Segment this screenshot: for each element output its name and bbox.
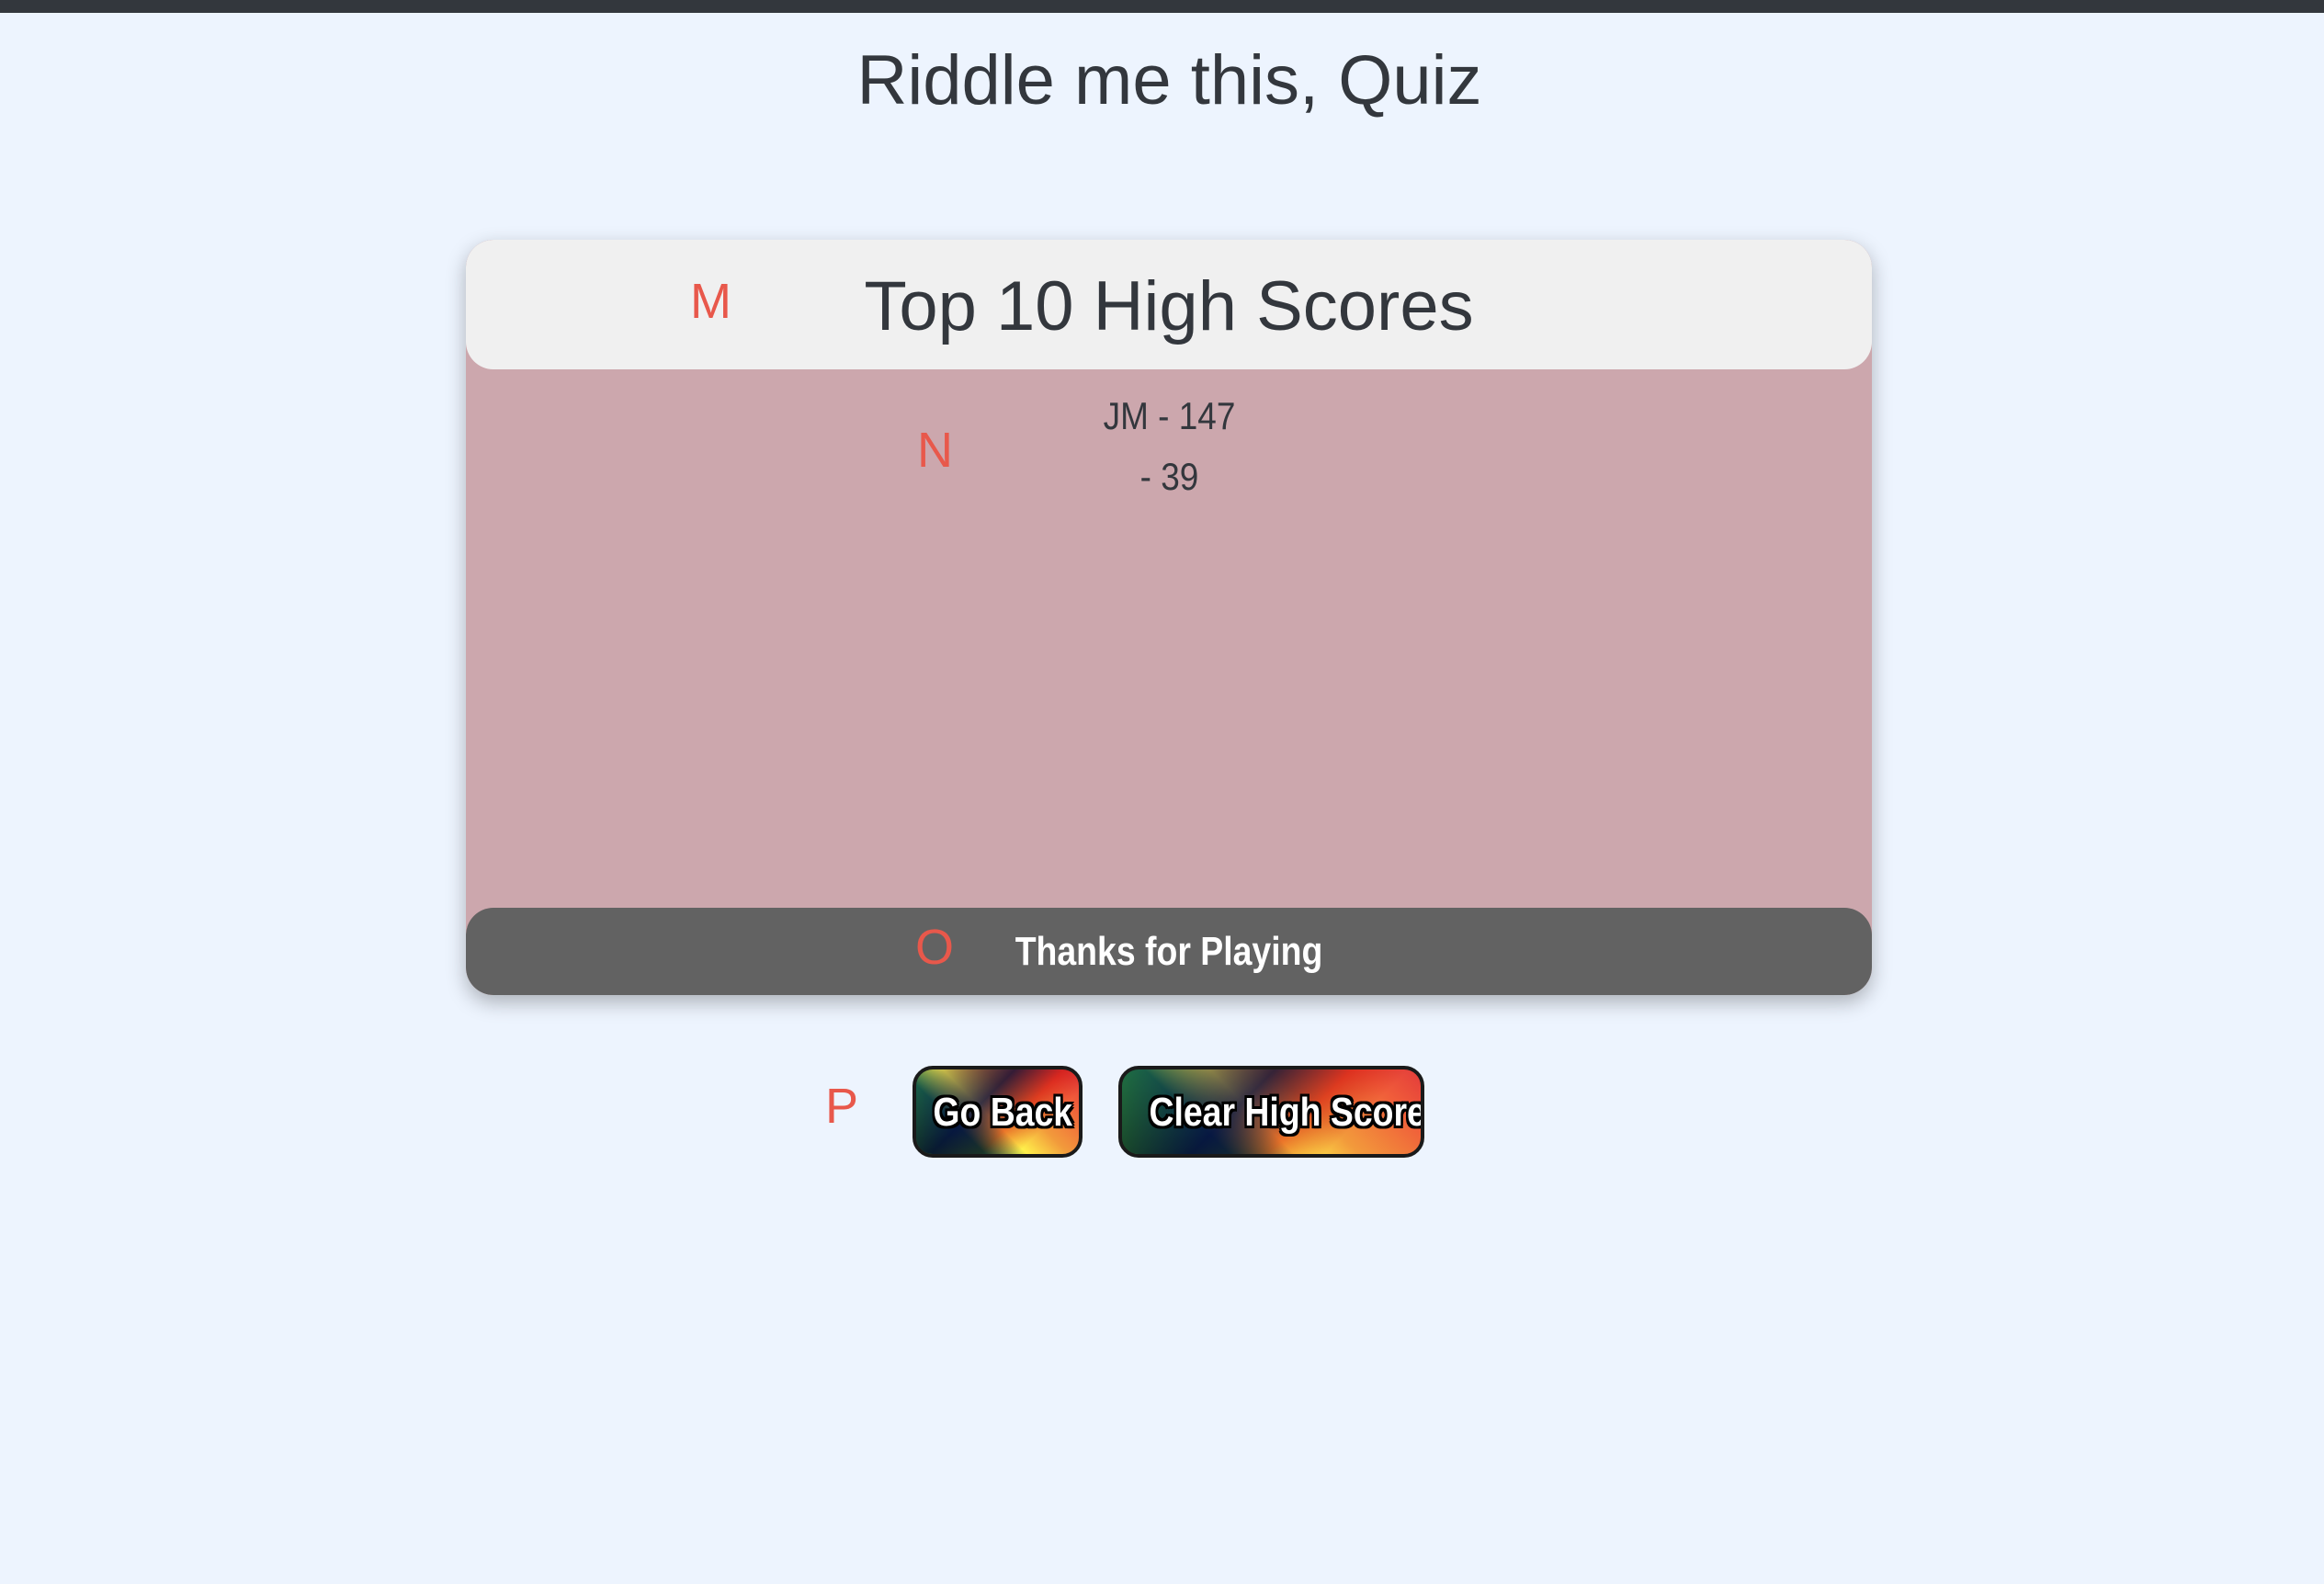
marker-p: P	[825, 1079, 859, 1134]
card-header: Top 10 High Scores	[466, 240, 1872, 369]
marker-o: O	[915, 920, 955, 975]
score-item: JM - 147	[1103, 394, 1236, 437]
clear-high-score-button[interactable]: Clear High Score	[1118, 1066, 1424, 1158]
high-scores-card: Top 10 High Scores Thanks for Playing	[466, 240, 1872, 995]
go-back-label: Go Back	[933, 1090, 1073, 1135]
score-list: JM - 147 - 39	[0, 386, 2324, 507]
marker-n: N	[917, 423, 953, 478]
top-strip	[0, 0, 2324, 13]
footer-text: Thanks for Playing	[1015, 929, 1323, 974]
go-back-button[interactable]: Go Back	[913, 1066, 1083, 1158]
clear-high-score-label: Clear High Score	[1149, 1090, 1424, 1135]
marker-m: M	[690, 274, 731, 329]
score-item: - 39	[1139, 455, 1199, 498]
card-footer: Thanks for Playing	[466, 908, 1872, 995]
card-title: Top 10 High Scores	[864, 267, 1474, 345]
page-title: Riddle me this, Quiz	[856, 41, 1482, 119]
